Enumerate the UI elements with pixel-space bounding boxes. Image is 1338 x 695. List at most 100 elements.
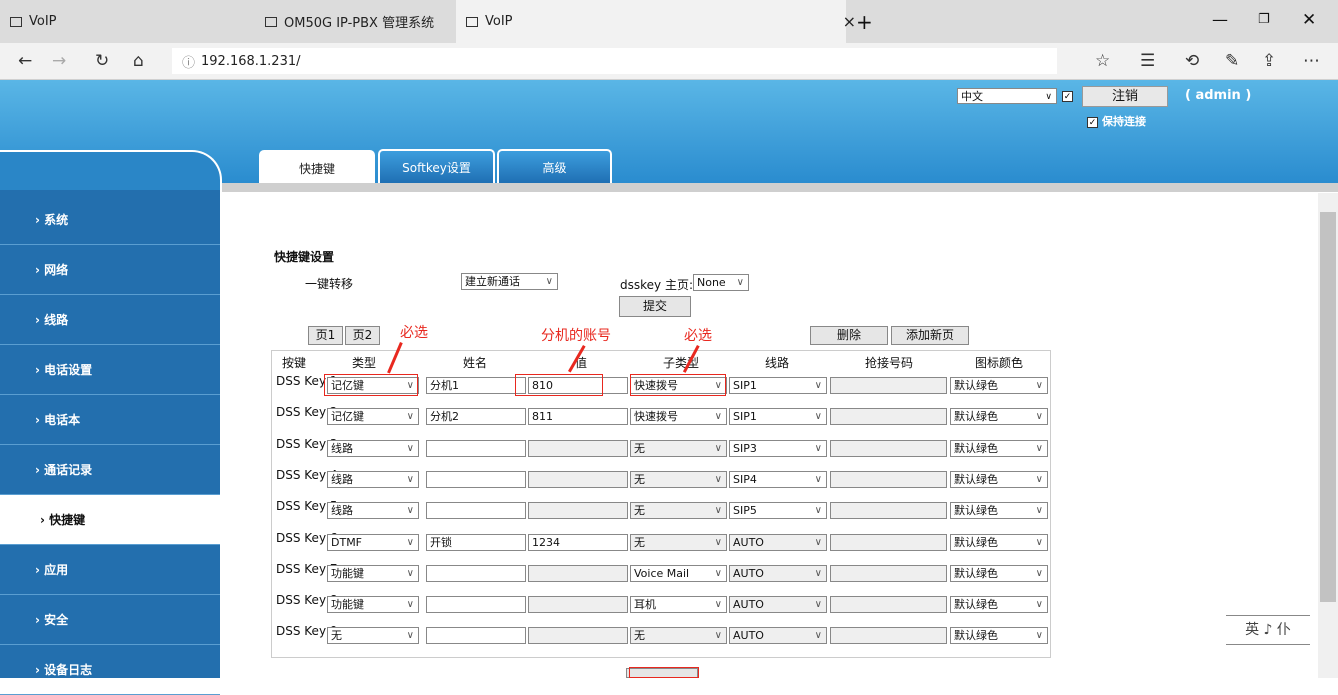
name-input[interactable]: [426, 470, 526, 488]
type-select[interactable]: 功能键: [327, 564, 419, 582]
icon-color-select[interactable]: 默认绿色: [950, 439, 1048, 457]
pickup-input[interactable]: [830, 408, 947, 426]
sidebar-item-system[interactable]: › 系统: [0, 195, 220, 245]
pickup-input[interactable]: [830, 377, 947, 394]
subtype-select[interactable]: Voice Mail: [630, 564, 727, 582]
subtype-select[interactable]: 无: [630, 627, 727, 645]
line-select[interactable]: SIP5: [729, 502, 827, 520]
add-page-button[interactable]: 添加新页: [891, 326, 969, 345]
line-select[interactable]: SIP1: [729, 377, 827, 394]
sidebar-item-lines[interactable]: › 线路: [0, 295, 220, 345]
pickup-input[interactable]: [830, 439, 947, 457]
name-input[interactable]: [426, 502, 526, 520]
type-select[interactable]: 无: [327, 627, 419, 645]
value-input[interactable]: 811: [528, 408, 628, 426]
value-input[interactable]: [528, 439, 628, 457]
line-select[interactable]: SIP3: [729, 439, 827, 457]
value-input[interactable]: [528, 470, 628, 488]
name-input[interactable]: 分机1: [426, 377, 526, 394]
restore-icon[interactable]: ❐: [1258, 12, 1270, 27]
line-select[interactable]: AUTO: [729, 627, 827, 645]
name-input[interactable]: [426, 439, 526, 457]
favorites-list-icon[interactable]: ☰: [1140, 51, 1155, 71]
sidebar-item-call-log[interactable]: › 通话记录: [0, 445, 220, 495]
browser-tab-voip-active[interactable]: VoIP ×: [456, 0, 856, 43]
home-icon[interactable]: ⌂: [133, 51, 144, 71]
sidebar-item-apps[interactable]: › 应用: [0, 545, 220, 595]
keep-alive-checkbox[interactable]: ✓: [1087, 116, 1098, 128]
type-select[interactable]: 线路: [327, 470, 419, 488]
tab-shortcut-keys[interactable]: 快捷键: [259, 150, 375, 184]
tab-advanced[interactable]: 高级: [497, 149, 612, 183]
close-window-icon[interactable]: ✕: [1302, 10, 1316, 30]
name-input[interactable]: [426, 564, 526, 582]
name-input[interactable]: [426, 596, 526, 614]
pickup-input[interactable]: [830, 564, 947, 582]
icon-color-select[interactable]: 默认绿色: [950, 502, 1048, 520]
icon-color-select[interactable]: 默认绿色: [950, 564, 1048, 582]
pickup-input[interactable]: [830, 502, 947, 520]
favorite-star-icon[interactable]: ☆: [1095, 51, 1110, 71]
value-input[interactable]: [528, 564, 628, 582]
icon-color-select[interactable]: 默认绿色: [950, 470, 1048, 488]
subtype-select[interactable]: 无: [630, 533, 727, 551]
subtype-select[interactable]: 无: [630, 470, 727, 488]
logout-button[interactable]: 注销: [1082, 86, 1168, 107]
subtype-select[interactable]: 耳机: [630, 596, 727, 614]
language-checkbox[interactable]: ✓: [1062, 91, 1073, 102]
forward-icon[interactable]: →: [52, 51, 66, 71]
type-select[interactable]: DTMF: [327, 533, 419, 551]
name-input[interactable]: [426, 627, 526, 645]
keep-alive[interactable]: ✓ 保持连接: [1087, 113, 1146, 129]
pickup-input[interactable]: [830, 533, 947, 551]
sidebar-item-security[interactable]: › 安全: [0, 595, 220, 645]
share-icon[interactable]: ⇪: [1262, 51, 1276, 71]
name-input[interactable]: 开锁: [426, 533, 526, 551]
sidebar-item-device-log[interactable]: › 设备日志: [0, 645, 220, 695]
transfer-select[interactable]: 建立新通话: [461, 273, 558, 290]
submit-button[interactable]: 提交: [619, 296, 691, 317]
language-select[interactable]: 中文 ∨: [957, 88, 1057, 104]
icon-color-select[interactable]: 默认绿色: [950, 408, 1048, 426]
type-select[interactable]: 线路: [327, 502, 419, 520]
value-input[interactable]: [528, 627, 628, 645]
history-icon[interactable]: ⟲: [1185, 51, 1199, 71]
ime-indicator[interactable]: 英 ♪ 仆: [1226, 615, 1310, 645]
browser-tab-voip-1[interactable]: VoIP: [10, 0, 57, 43]
page1-button[interactable]: 页1: [308, 326, 343, 345]
page2-button[interactable]: 页2: [345, 326, 380, 345]
close-tab-icon[interactable]: ×: [843, 12, 856, 31]
dsskey-home-select[interactable]: None: [693, 274, 749, 291]
line-select[interactable]: SIP4: [729, 470, 827, 488]
sidebar-item-network[interactable]: › 网络: [0, 245, 220, 295]
line-select[interactable]: AUTO: [729, 596, 827, 614]
name-input[interactable]: 分机2: [426, 408, 526, 426]
line-select[interactable]: SIP1: [729, 408, 827, 426]
pen-icon[interactable]: ✎: [1225, 51, 1239, 71]
url-field[interactable]: ⓘ 192.168.1.231/: [172, 48, 1057, 74]
delete-button[interactable]: 删除: [810, 326, 888, 345]
pickup-input[interactable]: [830, 470, 947, 488]
type-select[interactable]: 功能键: [327, 596, 419, 614]
icon-color-select[interactable]: 默认绿色: [950, 377, 1048, 394]
sidebar-item-shortcut-keys[interactable]: › 快捷键: [0, 495, 220, 545]
new-tab-icon[interactable]: +: [856, 10, 873, 34]
browser-tab-pbx[interactable]: OM50G IP-PBX 管理系统: [265, 0, 434, 43]
icon-color-select[interactable]: 默认绿色: [950, 627, 1048, 645]
tab-softkey[interactable]: Softkey设置: [378, 149, 495, 183]
subtype-select[interactable]: 无: [630, 439, 727, 457]
scrollbar-thumb[interactable]: [1320, 212, 1336, 602]
icon-color-select[interactable]: 默认绿色: [950, 596, 1048, 614]
type-select[interactable]: 线路: [327, 439, 419, 457]
value-input[interactable]: [528, 502, 628, 520]
pickup-input[interactable]: [830, 596, 947, 614]
line-select[interactable]: AUTO: [729, 533, 827, 551]
minimize-icon[interactable]: —: [1212, 10, 1228, 29]
value-input[interactable]: 1234: [528, 533, 628, 551]
subtype-select[interactable]: 快速拨号: [630, 408, 727, 426]
back-icon[interactable]: ←: [18, 51, 32, 71]
sidebar-item-phone-settings[interactable]: › 电话设置: [0, 345, 220, 395]
sidebar-item-phonebook[interactable]: › 电话本: [0, 395, 220, 445]
icon-color-select[interactable]: 默认绿色: [950, 533, 1048, 551]
subtype-select[interactable]: 无: [630, 502, 727, 520]
